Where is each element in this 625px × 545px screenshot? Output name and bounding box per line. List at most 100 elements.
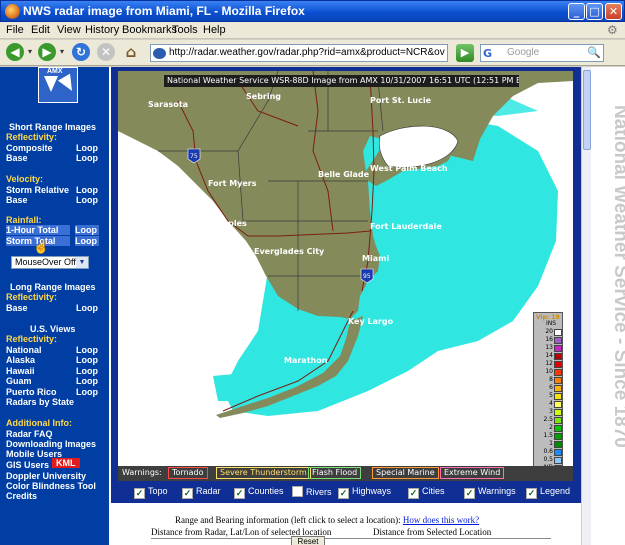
- credits-link[interactable]: Credits: [6, 491, 37, 501]
- mouseover-select[interactable]: MouseOver Off ▼: [11, 256, 89, 269]
- composite-link[interactable]: Composite: [6, 143, 53, 153]
- national-link[interactable]: National: [6, 345, 42, 355]
- menu-file[interactable]: File: [6, 24, 24, 36]
- menu-bookmarks[interactable]: Bookmarks: [122, 24, 177, 36]
- color-blindness-tool-link[interactable]: Color Blindness Tool: [6, 481, 96, 491]
- base-loop-link[interactable]: Loop: [76, 153, 98, 163]
- puerto-rico-link[interactable]: Puerto Rico: [6, 387, 57, 397]
- search-magnifier-icon[interactable]: 🔍: [587, 46, 601, 59]
- stop-icon[interactable]: ✕: [97, 43, 115, 61]
- overlay-cities[interactable]: ✓ Cities: [408, 486, 445, 499]
- go-button[interactable]: ▶: [456, 44, 474, 62]
- storm-relative-link[interactable]: Storm Relative: [6, 185, 69, 195]
- warning-extreme-wind: Extreme Wind: [440, 467, 505, 479]
- down-arrow-icon[interactable]: [44, 76, 58, 92]
- menu-tools[interactable]: Tools: [172, 24, 198, 36]
- overlay-checkbox[interactable]: ✓: [408, 488, 419, 499]
- overlay-checkbox[interactable]: ✓: [526, 488, 537, 499]
- radar-image[interactable]: 75 95 Sarasota Sebring Port St. Lucie We…: [118, 71, 573, 466]
- maximize-button[interactable]: □: [586, 3, 603, 20]
- overlay-highways[interactable]: ✓ Highways: [338, 486, 391, 499]
- radars-by-state-link[interactable]: Radars by State: [6, 397, 74, 407]
- forward-icon[interactable]: ▶: [38, 43, 56, 61]
- storm-total-loop-link[interactable]: Loop: [75, 236, 99, 246]
- menu-edit[interactable]: Edit: [31, 24, 50, 36]
- overlay-topo[interactable]: ✓ Topo: [134, 486, 168, 499]
- forward-dropdown-icon[interactable]: ▾: [57, 43, 67, 61]
- back-icon[interactable]: ◀: [6, 43, 24, 61]
- composite-loop-link[interactable]: Loop: [76, 143, 98, 153]
- legend-swatch: [554, 409, 562, 416]
- overlay-label: Highways: [352, 486, 392, 496]
- long-base-link[interactable]: Base: [6, 303, 28, 313]
- velocity-base-link[interactable]: Base: [6, 195, 28, 205]
- one-hour-total-loop-link[interactable]: Loop: [75, 225, 99, 235]
- menu-view[interactable]: View: [57, 24, 81, 36]
- left-navigation: AMX Short Range Images Reflectivity: Com…: [0, 67, 109, 545]
- throbber-icon: ⚙: [607, 23, 618, 37]
- guam-loop-link[interactable]: Loop: [76, 376, 98, 386]
- overlay-checkbox[interactable]: ✓: [338, 488, 349, 499]
- scrollbar-thumb[interactable]: [583, 70, 591, 150]
- southeast-arrow-icon[interactable]: [57, 73, 79, 95]
- url-bar[interactable]: http://radar.weather.gov/radar.php?rid=a…: [150, 44, 448, 62]
- warning-tornado: Tornado: [168, 467, 208, 479]
- back-dropdown-icon[interactable]: ▾: [25, 43, 35, 61]
- menu-help[interactable]: Help: [203, 24, 226, 36]
- overlay-radar[interactable]: ✓ Radar: [182, 486, 221, 499]
- menu-history[interactable]: History: [85, 24, 119, 36]
- legend-value: 4: [549, 400, 553, 407]
- vertical-scrollbar[interactable]: [581, 67, 591, 545]
- side-title-svg: National Weather Service - Since 1870: [610, 105, 625, 448]
- overlay-checkbox[interactable]: [292, 486, 303, 497]
- one-hour-total-link[interactable]: 1-Hour Total: [6, 225, 70, 235]
- gis-users-link[interactable]: GIS Users: [6, 460, 49, 470]
- puerto-rico-loop-link[interactable]: Loop: [76, 387, 98, 397]
- overlay-checkbox[interactable]: ✓: [234, 488, 245, 499]
- compass-widget[interactable]: AMX: [38, 67, 79, 103]
- overlay-counties[interactable]: ✓ Counties: [234, 486, 284, 499]
- kml-badge[interactable]: KML: [52, 458, 80, 468]
- base-link[interactable]: Base: [6, 153, 28, 163]
- overlay-checkbox[interactable]: ✓: [134, 488, 145, 499]
- home-icon[interactable]: ⌂: [122, 43, 140, 61]
- minimize-button[interactable]: _: [568, 3, 585, 20]
- legend-swatch: [554, 337, 562, 344]
- long-base-loop-link[interactable]: Loop: [76, 303, 98, 313]
- storm-relative-loop-link[interactable]: Loop: [76, 185, 98, 195]
- overlay-warnings[interactable]: ✓ Warnings: [464, 486, 516, 499]
- velocity-base-loop-link[interactable]: Loop: [76, 195, 98, 205]
- hawaii-loop-link[interactable]: Loop: [76, 366, 98, 376]
- national-loop-link[interactable]: Loop: [76, 345, 98, 355]
- city-label: Naples: [216, 219, 247, 228]
- search-input[interactable]: G Google 🔍: [480, 44, 604, 62]
- overlay-checkbox[interactable]: ✓: [182, 488, 193, 499]
- side-title: National Weather Service - Since 1870: [610, 105, 625, 448]
- us-reflectivity-header: Reflectivity:: [6, 334, 58, 344]
- alaska-loop-link[interactable]: Loop: [76, 355, 98, 365]
- hawaii-link[interactable]: Hawaii: [6, 366, 35, 376]
- overlay-checkbox[interactable]: ✓: [464, 488, 475, 499]
- guam-link[interactable]: Guam: [6, 376, 32, 386]
- reload-icon[interactable]: ↻: [72, 43, 90, 61]
- legend-value: 0.6: [543, 448, 553, 455]
- how-does-this-work-link[interactable]: How does this work?: [403, 515, 479, 525]
- additional-info-header: Additional Info:: [6, 418, 72, 428]
- legend-swatch: [554, 369, 562, 376]
- reset-button[interactable]: Reset: [291, 536, 325, 545]
- legend-swatch: [554, 377, 562, 384]
- overlay-legend[interactable]: ✓ Legend: [526, 486, 570, 499]
- doppler-university-link[interactable]: Doppler University: [6, 471, 86, 481]
- alaska-link[interactable]: Alaska: [6, 355, 35, 365]
- chevron-down-icon[interactable]: ▼: [76, 257, 88, 268]
- radar-faq-link[interactable]: Radar FAQ: [6, 429, 53, 439]
- short-range-header: Short Range Images: [9, 122, 97, 132]
- downloading-images-link[interactable]: Downloading Images: [6, 439, 96, 449]
- overlay-rivers[interactable]: Rivers: [292, 486, 332, 497]
- search-placeholder: Google: [507, 47, 540, 58]
- legend-swatch: [554, 345, 562, 352]
- close-button[interactable]: ✕: [605, 3, 622, 20]
- legend-value: 1: [549, 440, 553, 447]
- precip-legend: Vip: 19 INS 20 16 13 14 12 10 8 6 5 4 3 2.5 2 1.5 1 0.6…: [533, 312, 563, 474]
- url-text: http://radar.weather.gov/radar.php?rid=a…: [169, 47, 445, 58]
